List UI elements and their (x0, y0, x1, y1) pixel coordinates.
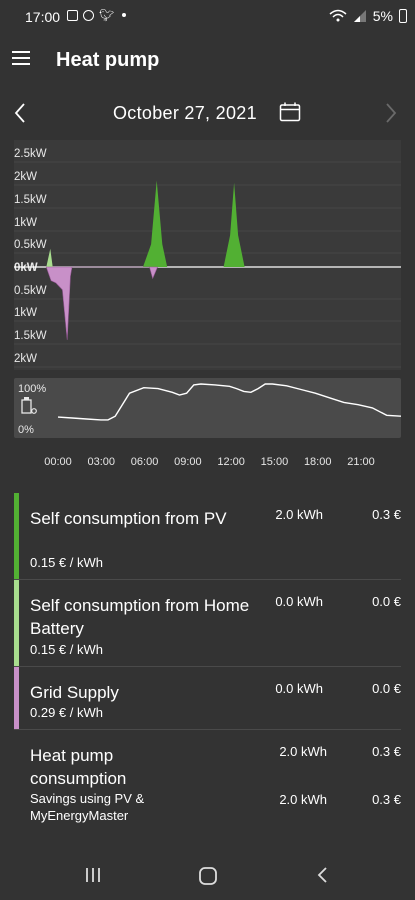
x-tick-label: 00:00 (44, 456, 72, 468)
chart-background (14, 140, 401, 370)
total-kwh: 2.0 kWh (279, 744, 327, 759)
savings-label: Savings using PV & MyEnergyMaster (30, 791, 145, 823)
soc-min-label: 0% (18, 424, 34, 436)
status-time: 17:00 (25, 9, 61, 25)
total-cost: 0.3 € (372, 744, 401, 759)
y-tick-label: 1.5kW (14, 194, 47, 206)
home-icon[interactable] (198, 866, 218, 891)
savings-cost: 0.3 € (372, 792, 401, 807)
x-tick-label: 18:00 (303, 456, 332, 468)
back-icon[interactable] (316, 866, 330, 889)
savings-kwh: 2.0 kWh (279, 792, 327, 807)
y-tick-label: 0kW (14, 262, 38, 274)
row-total: Heat pump consumption 2.0 kWh 0.3 € Savi… (14, 730, 401, 830)
row-battery-kwh: 0.0 kWh (275, 594, 323, 609)
row-grid: Grid Supply 0.29 € / kWh 0.0 kWh 0.0 € (14, 667, 401, 730)
y-tick-label: 1.5kW (14, 330, 47, 342)
system-nav-bar (0, 850, 415, 900)
notification-icons: 🐦︎ (67, 8, 127, 22)
app-bar: Heat pump (0, 34, 415, 88)
row-pv-cost: 0.3 € (372, 507, 401, 522)
chevron-right-icon[interactable] (384, 102, 402, 126)
twitter-icon: 🐦︎ (99, 8, 115, 22)
time-axis: 00:00 03:00 06:00 09:00 12:00 15:00 18:00 21:00 (0, 456, 415, 476)
chrome-icon (83, 9, 94, 21)
status-bar: 17:00 🐦︎ 5% (0, 0, 415, 34)
y-tick-label: 1kW (14, 307, 37, 319)
wifi-icon (329, 9, 347, 22)
soc-max-label: 100% (18, 383, 46, 395)
row-pv-kwh: 2.0 kWh (275, 507, 323, 522)
x-tick-label: 06:00 (130, 456, 159, 468)
date-label: October 27, 2021 (113, 103, 257, 123)
y-tick-label: 0.5kW (14, 285, 47, 297)
y-tick-label: 1kW (14, 217, 37, 229)
grid-color-bar (14, 667, 19, 729)
gallery-icon (67, 9, 78, 21)
power-chart: 2.5kW 2kW 1.5kW 1kW 0.5kW 0kW 0.5kW 1kW 1.5kW 2kW (14, 140, 401, 370)
row-battery: Self consumption from Home Battery 0.15 … (14, 580, 401, 667)
battery-icon (399, 9, 407, 23)
battery-percent: 5% (372, 8, 393, 24)
row-battery-price: 0.15 € / kWh (30, 642, 103, 657)
row-grid-kwh: 0.0 kWh (275, 681, 323, 696)
row-pv-name: Self consumption from PV (30, 509, 227, 528)
storage-icon-cap (24, 397, 29, 400)
menu-icon[interactable] (12, 51, 34, 71)
x-tick-label: 15:00 (260, 456, 289, 468)
x-tick-label: 12:00 (217, 456, 245, 468)
row-battery-cost: 0.0 € (372, 594, 401, 609)
y-tick-label: 2kW (14, 171, 37, 183)
page-title: Heat pump (56, 49, 160, 71)
row-grid-cost: 0.0 € (372, 681, 401, 696)
signal-icon (353, 10, 366, 22)
row-pv-price: 0.15 € / kWh (30, 555, 103, 570)
x-tick-label: 03:00 (87, 456, 116, 468)
y-tick-label: 2kW (14, 353, 37, 365)
x-tick-label: 09:00 (174, 456, 202, 468)
chevron-left-icon[interactable] (13, 102, 31, 126)
y-tick-label: 2.5kW (14, 148, 47, 160)
row-battery-name: Self consumption from Home Battery (30, 596, 250, 638)
more-notifications-icon (122, 13, 127, 17)
y-tick-label: 0.5kW (14, 239, 47, 251)
row-pv: Self consumption from PV 0.15 € / kWh 2.… (14, 493, 401, 580)
date-navigator: October 27, 2021 (0, 96, 415, 132)
battery-soc-chart: 100% 0% (14, 378, 401, 438)
total-name: Heat pump consumption (30, 746, 127, 788)
calendar-icon[interactable] (279, 102, 301, 122)
recent-apps-icon[interactable] (84, 866, 102, 889)
row-grid-name: Grid Supply (30, 683, 119, 702)
pv-color-bar (14, 493, 19, 579)
status-right: 5% (329, 8, 407, 24)
battery-color-bar (14, 580, 19, 666)
x-tick-label: 21:00 (347, 456, 375, 468)
soc-background (14, 378, 401, 438)
row-grid-price: 0.29 € / kWh (30, 705, 103, 720)
consumption-breakdown: Self consumption from PV 0.15 € / kWh 2.… (14, 493, 401, 830)
